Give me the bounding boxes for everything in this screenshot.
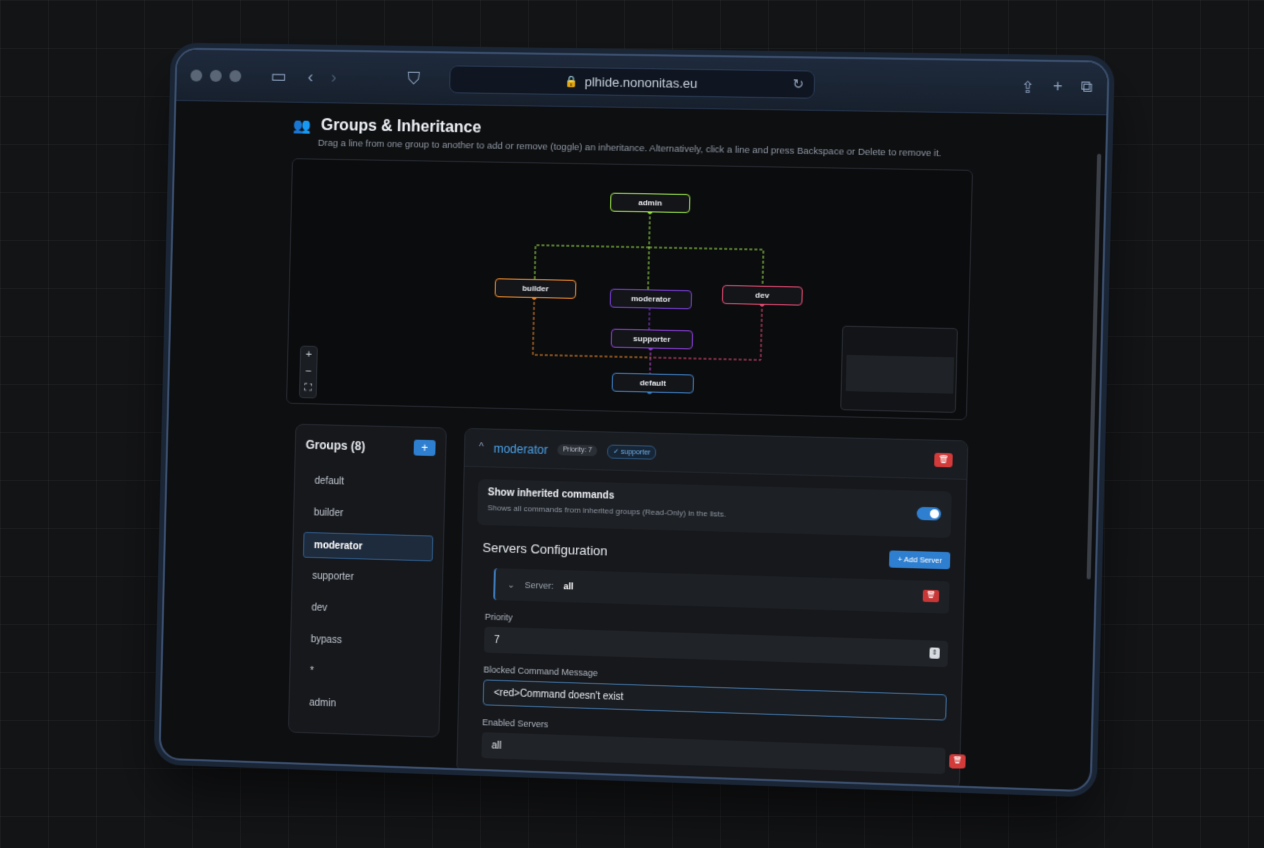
node-builder[interactable]: builder bbox=[494, 278, 577, 299]
fit-view-button[interactable]: ⛶ bbox=[300, 380, 316, 397]
page-scrollbar[interactable] bbox=[1086, 153, 1102, 580]
back-icon[interactable]: ‹ bbox=[308, 67, 314, 86]
group-detail-panel: ^ moderator Priority: 7 ✓ supporter 🗑 Sh… bbox=[456, 427, 969, 790]
edge-admin-dev bbox=[648, 247, 763, 285]
edge-admin-builder bbox=[535, 245, 649, 281]
node-dev[interactable]: dev bbox=[721, 284, 803, 306]
delete-server-button[interactable]: 🗑 bbox=[922, 589, 940, 603]
group-item[interactable]: default bbox=[304, 469, 434, 498]
edge-admin-moderator bbox=[647, 211, 651, 290]
inheritance-graph[interactable]: admin builder moderator dev supporter de… bbox=[286, 158, 974, 421]
show-inherited-toggle[interactable] bbox=[916, 506, 942, 521]
shield-icon[interactable]: ⛉ bbox=[407, 69, 420, 88]
url-text: plhide.nononitas.eu bbox=[584, 73, 698, 91]
blocked-message-value: <red>Command doesn't exist bbox=[493, 687, 624, 703]
delete-group-button[interactable]: 🗑 bbox=[934, 452, 953, 467]
forward-icon[interactable]: › bbox=[331, 68, 337, 87]
users-icon: 👥 bbox=[292, 117, 312, 135]
window-close-dot[interactable] bbox=[190, 69, 203, 82]
group-item[interactable]: admin bbox=[299, 690, 429, 720]
chevron-down-icon[interactable]: ⌄ bbox=[507, 579, 515, 590]
add-server-button[interactable]: + Add Server bbox=[889, 550, 951, 570]
edge-moderator-supporter bbox=[648, 307, 650, 330]
new-tab-icon[interactable]: + bbox=[1053, 78, 1063, 98]
detail-header[interactable]: ^ moderator Priority: 7 ✓ supporter 🗑 bbox=[464, 428, 968, 480]
group-item-selected[interactable]: moderator bbox=[302, 531, 434, 562]
window-minimize-dot[interactable] bbox=[209, 69, 222, 82]
inherits-badge: ✓ supporter bbox=[606, 443, 657, 460]
group-item[interactable]: dev bbox=[301, 595, 431, 625]
group-name: moderator bbox=[493, 441, 549, 457]
zoom-controls: + − ⛶ bbox=[298, 345, 318, 399]
server-value: all bbox=[563, 581, 574, 592]
add-group-button[interactable]: + bbox=[413, 439, 436, 457]
sidebar-toggle-icon[interactable]: ▭ bbox=[270, 67, 286, 86]
groups-panel: Groups (8) + default builder moderator s… bbox=[287, 423, 447, 738]
group-item[interactable]: builder bbox=[304, 500, 434, 529]
graph-minimap[interactable] bbox=[840, 325, 958, 413]
priority-value: 7 bbox=[494, 634, 500, 646]
node-default[interactable]: default bbox=[611, 372, 695, 394]
minimap-viewport bbox=[845, 354, 955, 394]
group-item[interactable]: bypass bbox=[301, 627, 431, 657]
node-supporter[interactable]: supporter bbox=[610, 328, 694, 350]
address-bar[interactable]: 🔒 plhide.nononitas.eu ↻ bbox=[449, 65, 816, 99]
show-inherited-card: Show inherited commands Shows all comman… bbox=[477, 479, 952, 539]
priority-badge: Priority: 7 bbox=[557, 444, 598, 457]
lock-icon: 🔒 bbox=[564, 75, 579, 88]
share-icon[interactable]: ⇪ bbox=[1021, 78, 1035, 98]
node-admin[interactable]: admin bbox=[609, 192, 691, 214]
groups-title: Groups (8) bbox=[305, 437, 366, 454]
zoom-in-button[interactable]: + bbox=[301, 347, 317, 364]
page-title: Groups & Inheritance bbox=[320, 117, 482, 137]
stepper-icon[interactable]: ⇕ bbox=[929, 647, 940, 659]
browser-window: ▭ ‹ › ⛉ 🔒 plhide.nononitas.eu ↻ ⇪ + ⧉ 👥 … bbox=[158, 47, 1110, 793]
window-zoom-dot[interactable] bbox=[229, 69, 242, 82]
zoom-out-button[interactable]: − bbox=[300, 363, 316, 380]
tabs-overview-icon[interactable]: ⧉ bbox=[1081, 78, 1093, 98]
reload-icon[interactable]: ↻ bbox=[793, 76, 804, 92]
group-item[interactable]: supporter bbox=[302, 564, 432, 594]
node-moderator[interactable]: moderator bbox=[609, 288, 693, 310]
edge-supporter-default bbox=[649, 347, 651, 374]
enabled-servers-value: all bbox=[491, 739, 502, 752]
delete-enabled-server-button[interactable]: 🗑 bbox=[949, 754, 966, 769]
group-item[interactable]: * bbox=[300, 659, 430, 689]
servers-config-title: Servers Configuration bbox=[482, 539, 608, 559]
server-label: Server: bbox=[524, 580, 554, 591]
server-row[interactable]: ⌄ Server: all 🗑 bbox=[493, 568, 950, 614]
collapse-icon[interactable]: ^ bbox=[479, 442, 484, 453]
